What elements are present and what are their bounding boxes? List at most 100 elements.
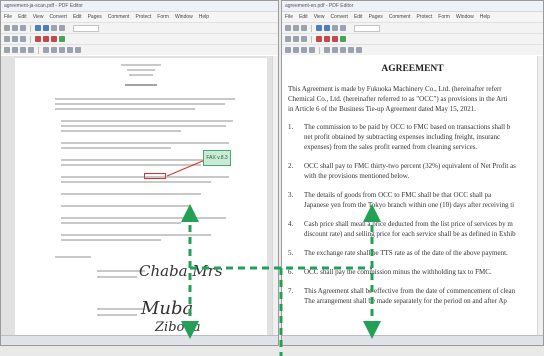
left-status-bar	[1, 335, 278, 345]
markup-red-icon[interactable]	[332, 36, 338, 42]
print-icon[interactable]	[20, 25, 26, 31]
zoom-in-icon[interactable]	[59, 47, 65, 53]
menu-item[interactable]: View	[314, 14, 325, 20]
menu-item[interactable]: Form	[157, 14, 169, 20]
intro-text-line: Chemical Co., Ltd. (hereinafter referred…	[288, 95, 508, 103]
zoom-field[interactable]	[73, 24, 99, 32]
crop-icon[interactable]	[51, 47, 57, 53]
left-scrollbar[interactable]	[272, 56, 278, 345]
left-toolbar-3	[1, 44, 278, 55]
clause-number: 4.	[288, 220, 294, 228]
menu-item[interactable]: Protect	[416, 14, 432, 20]
highlight-icon[interactable]	[20, 36, 26, 42]
menu-item[interactable]: Help	[480, 14, 490, 20]
right-title-bar: agreement-en.pdf - PDF Editor	[282, 1, 543, 12]
menu-item[interactable]: Comment	[108, 14, 130, 20]
stamp-icon[interactable]	[59, 36, 65, 42]
left-document-area[interactable]: Chaba Mrs Muba Ziboua FAX v.8.3	[1, 56, 278, 345]
menu-item[interactable]: View	[33, 14, 44, 20]
menu-item[interactable]: Edit	[354, 14, 363, 20]
select-tool-icon[interactable]	[59, 25, 65, 31]
markup-red-icon[interactable]	[51, 36, 57, 42]
zoom-out-icon[interactable]	[67, 47, 73, 53]
comment-icon[interactable]	[12, 36, 18, 42]
menu-item[interactable]: Form	[438, 14, 450, 20]
menu-item[interactable]: Edit	[299, 14, 308, 20]
menu-item[interactable]: Convert	[330, 14, 348, 20]
clause-text-line: 2. OCC shall pay to FMC thirty-two percen…	[288, 162, 516, 170]
select-tool-icon[interactable]	[340, 25, 346, 31]
text-tool-icon[interactable]	[4, 36, 10, 42]
redo-icon[interactable]	[324, 25, 330, 31]
left-document-window: agreement-ja-scan.pdf - PDF Editor File E…	[0, 0, 279, 346]
toolbar-separator	[38, 46, 39, 54]
menu-item[interactable]: Comment	[389, 14, 411, 20]
fit-page-icon[interactable]	[75, 47, 81, 53]
menu-item[interactable]: Edit	[73, 14, 82, 20]
right-toolbar-1	[282, 22, 543, 33]
right-document-area[interactable]: AGREEMENT This Agreement is made by Fuku…	[282, 56, 543, 345]
intro-text-line: This Agreement is made by Fukuoka Machin…	[288, 85, 502, 93]
menu-item[interactable]: Protect	[135, 14, 151, 20]
annotation-callout[interactable]: FAX v.8.3	[203, 150, 231, 166]
stamp-icon[interactable]	[340, 36, 346, 42]
page-icon[interactable]	[28, 47, 34, 53]
intro-text-line: in Article 6 of the Business Tie-up Agre…	[288, 105, 477, 113]
app-root: agreement-ja-scan.pdf - PDF Editor File E…	[0, 0, 544, 356]
left-toolbar-1	[1, 22, 278, 33]
comment-icon[interactable]	[293, 36, 299, 42]
markup-red-icon[interactable]	[316, 36, 322, 42]
redo-icon[interactable]	[43, 25, 49, 31]
zoom-in-icon[interactable]	[340, 47, 346, 53]
toolbar-separator	[311, 24, 312, 32]
toolbar-separator	[311, 35, 312, 43]
open-icon[interactable]	[285, 25, 291, 31]
menu-item[interactable]: File	[285, 14, 293, 20]
clause-text-line: 3. The details of goods from OCC to FMC s…	[288, 191, 492, 199]
page-icon[interactable]	[12, 47, 18, 53]
clause-text-line: 7. This Agreement shall be effective from…	[288, 287, 516, 295]
right-menu-bar: File Edit View Convert Edit Pages Comment Prote…	[282, 12, 543, 22]
markup-red-icon[interactable]	[324, 36, 330, 42]
clause-number: 6.	[288, 268, 294, 276]
menu-item[interactable]: Pages	[369, 14, 383, 20]
save-icon[interactable]	[12, 25, 18, 31]
undo-icon[interactable]	[316, 25, 322, 31]
page-icon[interactable]	[20, 47, 26, 53]
clause-number: 1.	[288, 123, 294, 131]
left-toolbar-2	[1, 33, 278, 44]
menu-item[interactable]: Window	[175, 14, 193, 20]
page-icon[interactable]	[4, 47, 10, 53]
fit-page-icon[interactable]	[356, 47, 362, 53]
text-tool-icon[interactable]	[285, 36, 291, 42]
print-icon[interactable]	[301, 25, 307, 31]
markup-red-icon[interactable]	[43, 36, 49, 42]
page-icon[interactable]	[285, 47, 291, 53]
clause-text-line: expenses) from the sales profit earned f…	[304, 143, 478, 151]
menu-item[interactable]: Window	[456, 14, 474, 20]
menu-item[interactable]: Convert	[49, 14, 67, 20]
clause-number: 3.	[288, 191, 294, 199]
right-scrollbar[interactable]	[537, 56, 543, 345]
zoom-field[interactable]	[354, 24, 380, 32]
hand-tool-icon[interactable]	[51, 25, 57, 31]
menu-item[interactable]: File	[4, 14, 12, 20]
right-status-bar	[282, 335, 543, 345]
open-icon[interactable]	[4, 25, 10, 31]
menu-item[interactable]: Help	[199, 14, 209, 20]
highlight-icon[interactable]	[301, 36, 307, 42]
page-icon[interactable]	[301, 47, 307, 53]
hand-tool-icon[interactable]	[332, 25, 338, 31]
rotate-icon[interactable]	[43, 47, 49, 53]
clause-text-line: Japanese yen from the Tokyo branch withi…	[304, 201, 515, 209]
crop-icon[interactable]	[332, 47, 338, 53]
undo-icon[interactable]	[35, 25, 41, 31]
menu-item[interactable]: Edit	[18, 14, 27, 20]
zoom-out-icon[interactable]	[348, 47, 354, 53]
menu-item[interactable]: Pages	[88, 14, 102, 20]
page-icon[interactable]	[309, 47, 315, 53]
markup-red-icon[interactable]	[35, 36, 41, 42]
rotate-icon[interactable]	[324, 47, 330, 53]
page-icon[interactable]	[293, 47, 299, 53]
save-icon[interactable]	[293, 25, 299, 31]
